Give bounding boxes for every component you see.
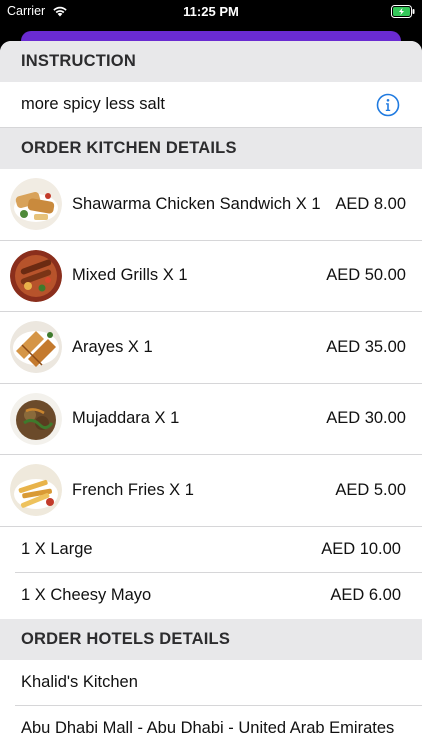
extra-item-row: 1 X Large AED 10.00 — [15, 527, 422, 573]
instruction-row: more spicy less salt — [0, 82, 422, 128]
hotel-name: Khalid's Kitchen — [21, 672, 138, 691]
item-price: AED 8.00 — [335, 194, 406, 213]
item-price: AED 5.00 — [335, 480, 406, 499]
extra-name: 1 X Cheesy Mayo — [21, 586, 152, 604]
order-item-row[interactable]: Arayes X 1 AED 35.00 — [0, 312, 422, 384]
item-name: Shawarma Chicken Sandwich X 1 — [72, 194, 321, 213]
extra-item-row: 1 X Cheesy Mayo AED 6.00 — [0, 573, 422, 619]
item-name: Mixed Grills X 1 — [72, 266, 188, 285]
french-fries-image — [10, 464, 62, 517]
extra-price: AED 6.00 — [330, 586, 401, 604]
status-time: 11:25 PM — [183, 4, 239, 19]
order-item-row[interactable]: Mujaddara X 1 AED 30.00 — [0, 384, 422, 455]
item-price: AED 30.00 — [326, 409, 406, 428]
kitchen-header: ORDER KITCHEN DETAILS — [0, 128, 422, 169]
mujaddara-image — [10, 392, 62, 445]
order-details-sheet: INSTRUCTION more spicy less salt ORDER K… — [0, 41, 422, 750]
order-item-row[interactable]: Mixed Grills X 1 AED 50.00 — [0, 241, 422, 312]
instruction-text: more spicy less salt — [21, 95, 165, 113]
status-bar: Carrier 11:25 PM — [0, 0, 422, 24]
mixed-grills-image — [10, 249, 62, 302]
item-price: AED 50.00 — [326, 266, 406, 285]
shawarma-image — [10, 178, 62, 231]
arayes-image — [10, 321, 62, 374]
item-name: French Fries X 1 — [72, 480, 194, 499]
instruction-header: INSTRUCTION — [0, 41, 422, 82]
hotel-address: Abu Dhabi Mall - Abu Dhabi - United Arab… — [21, 719, 395, 737]
order-item-row[interactable]: Shawarma Chicken Sandwich X 1 AED 8.00 — [0, 169, 422, 241]
info-icon[interactable] — [376, 93, 400, 117]
hotel-address-row: Abu Dhabi Mall - Abu Dhabi - United Arab… — [0, 706, 422, 750]
extra-name: 1 X Large — [21, 539, 93, 558]
order-item-row[interactable]: French Fries X 1 AED 5.00 — [0, 455, 422, 527]
item-name: Mujaddara X 1 — [72, 409, 180, 428]
hotel-name-row: Khalid's Kitchen — [15, 660, 422, 706]
extra-price: AED 10.00 — [321, 539, 401, 558]
item-name: Arayes X 1 — [72, 337, 153, 356]
hotels-header: ORDER HOTELS DETAILS — [0, 618, 422, 660]
item-price: AED 35.00 — [326, 337, 406, 356]
battery-charging-icon — [391, 5, 415, 18]
